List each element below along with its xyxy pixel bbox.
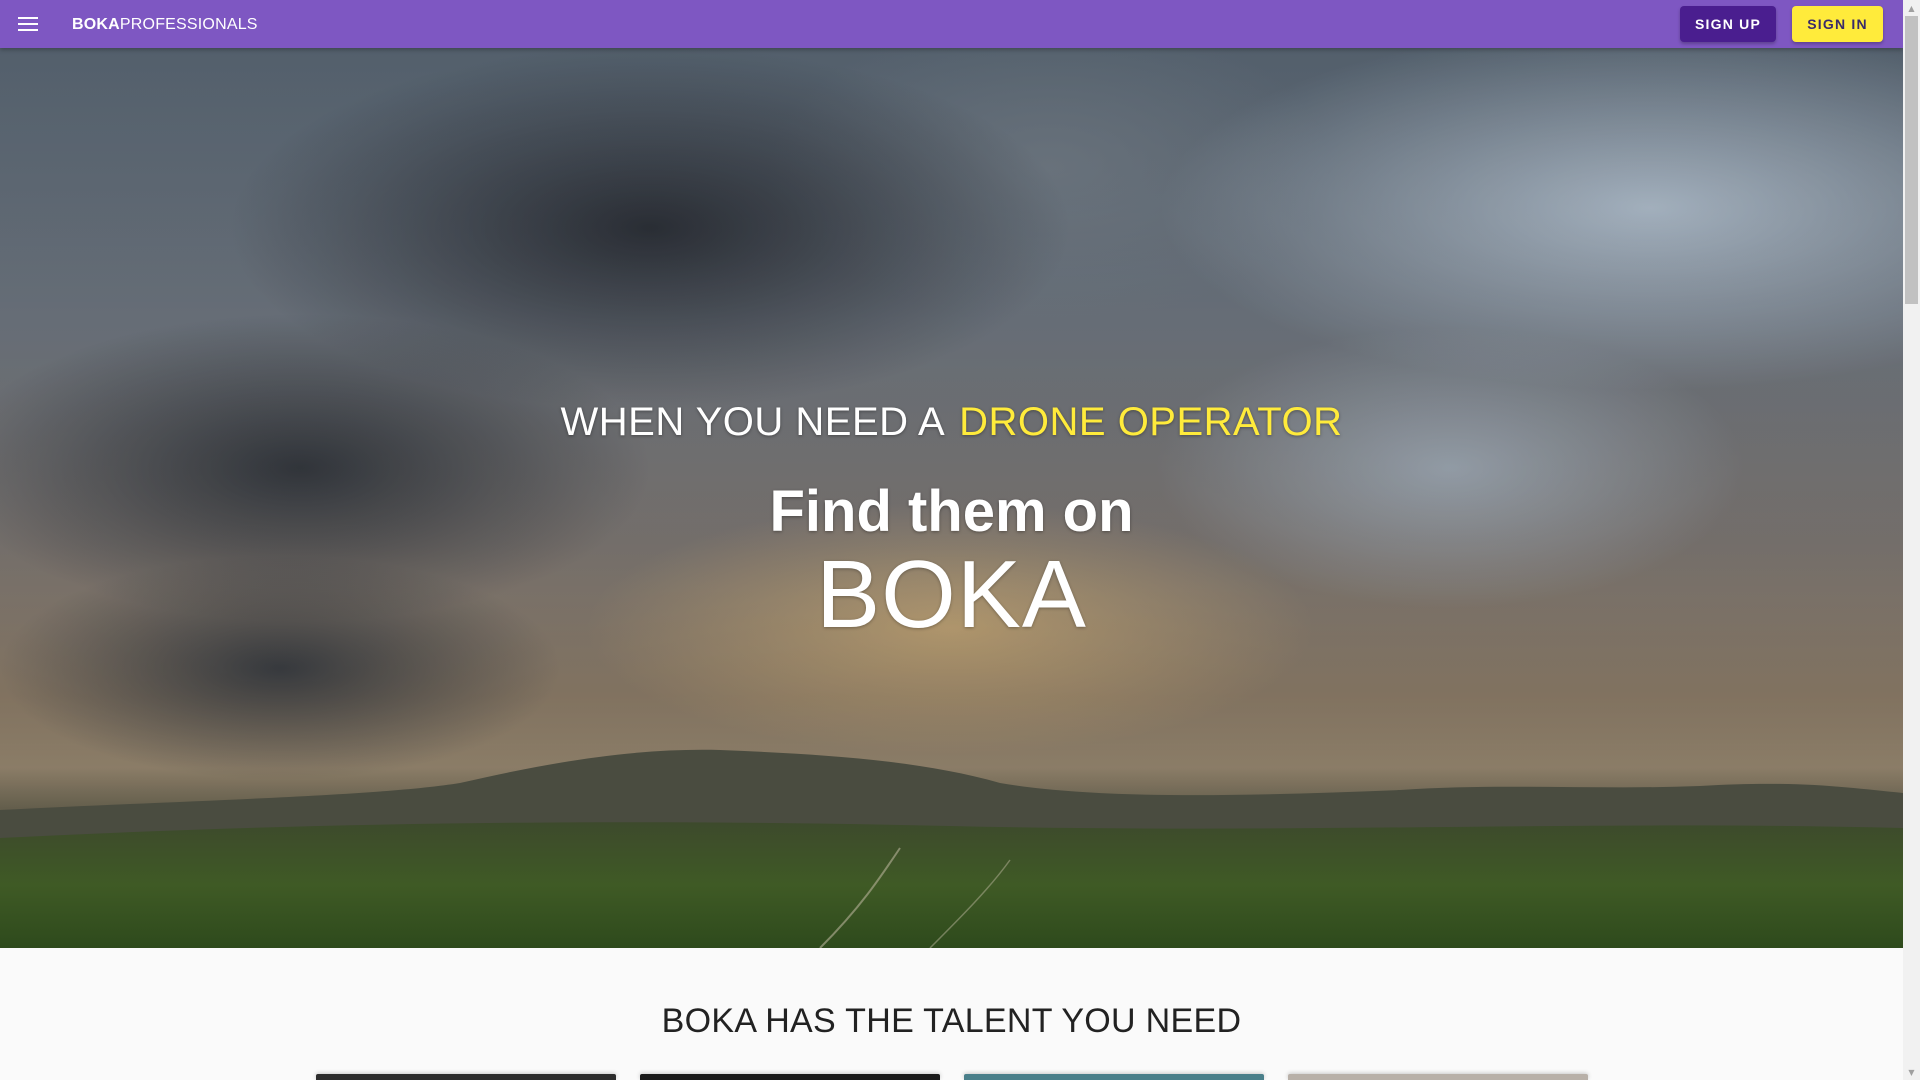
- hero-banner: WHEN YOU NEED A DRONE OPERATOR Find them …: [0, 48, 1903, 948]
- hero-headline: Find them on: [769, 479, 1134, 544]
- hero-text: WHEN YOU NEED A DRONE OPERATOR Find them …: [0, 48, 1903, 948]
- sign-up-button[interactable]: SIGN UP: [1680, 6, 1776, 42]
- scroll-up-arrow-icon[interactable]: ▲: [1903, 0, 1920, 16]
- brand-rest: PROFESSIONALS: [119, 16, 258, 33]
- hamburger-menu-icon[interactable]: [14, 12, 42, 36]
- talent-card[interactable]: [1288, 1074, 1588, 1080]
- top-app-bar: BOKAPROFESSIONALS SIGN UP SIGN IN: [0, 0, 1903, 48]
- scrollbar-thumb[interactable]: [1905, 16, 1918, 304]
- brand-bold: BOKA: [72, 16, 120, 33]
- hero-tagline: WHEN YOU NEED A DRONE OPERATOR: [0, 400, 1903, 445]
- tagline-profession: DRONE OPERATOR: [959, 400, 1343, 444]
- hero-brand: BOKA: [816, 541, 1087, 648]
- talent-card[interactable]: [964, 1074, 1264, 1080]
- talent-card[interactable]: [640, 1074, 940, 1080]
- talent-section-title: BOKA HAS THE TALENT YOU NEED: [661, 1002, 1242, 1040]
- tagline-prefix: WHEN YOU NEED A: [560, 400, 946, 444]
- brand-logo[interactable]: BOKAPROFESSIONALS: [72, 16, 258, 34]
- page: WHEN YOU NEED A DRONE OPERATOR Find them …: [0, 0, 1903, 1080]
- scroll-down-arrow-icon[interactable]: ▼: [1903, 1064, 1920, 1080]
- sign-in-button[interactable]: SIGN IN: [1792, 6, 1883, 42]
- talent-card[interactable]: [316, 1074, 616, 1080]
- page-scrollbar[interactable]: ▲ ▼: [1903, 0, 1920, 1080]
